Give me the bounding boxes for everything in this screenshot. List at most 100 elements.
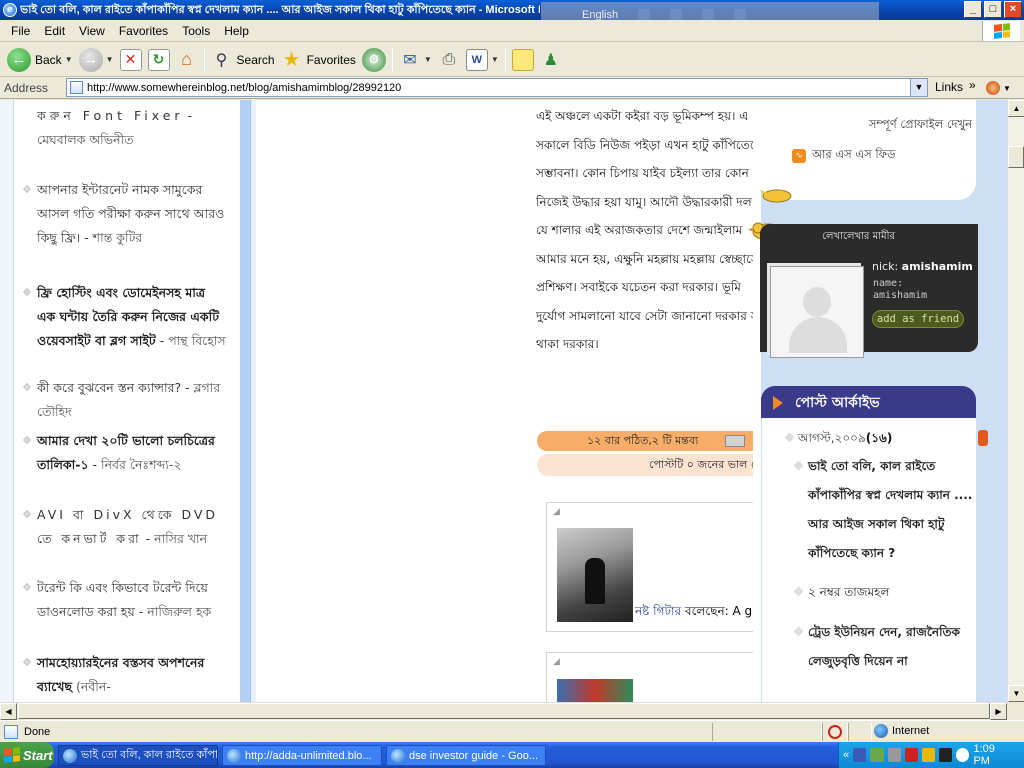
stop-button[interactable]: ✕ (117, 46, 145, 74)
archive-item-title[interactable]: ২ নম্বর তাজমহল (808, 585, 889, 599)
list-item[interactable]: কী করে বুঝবেন স্তন ক্যান্সার? - ব্লগার ত… (23, 376, 227, 424)
menu-edit[interactable]: Edit (37, 22, 72, 40)
chevron-right-icon[interactable]: » (969, 78, 976, 92)
back-button[interactable]: ← Back ▼ (4, 46, 76, 74)
tray-icon[interactable] (887, 748, 901, 762)
list-item[interactable]: আমার দেখা ২০টি ভালো চলচিত্রের তালিকা-১ -… (23, 429, 227, 477)
add-friend-button[interactable]: add as friend (872, 310, 964, 328)
list-item-author[interactable]: শান্ত কুটির (93, 230, 143, 245)
chevron-down-icon[interactable]: ▼ (1003, 84, 1011, 93)
archive-item-title[interactable]: ট্রেড ইউনিয়ন দেন, রাজনৈতিক লেজুড়বৃত্তি… (808, 625, 960, 668)
tray-icon[interactable] (956, 748, 970, 762)
menu-favorites[interactable]: Favorites (112, 22, 175, 40)
vertical-scrollbar[interactable]: ▲ ▼ (1007, 100, 1024, 702)
list-item[interactable]: আপনার ইন্টারনেট নামক সামুকের আসল গতি পরী… (23, 178, 227, 250)
refresh-button[interactable]: ↻ (145, 46, 173, 74)
name-value: amishamim (873, 290, 928, 301)
toolbar-separator (203, 47, 205, 72)
commenter-avatar[interactable] (557, 679, 633, 702)
scroll-thumb[interactable] (18, 703, 990, 719)
card-title: লেখালেখার মামীর (822, 231, 895, 242)
maximize-button[interactable]: □ (984, 1, 1002, 18)
list-item-author[interactable]: মেঘবালক অভিনীত (37, 132, 133, 147)
list-item[interactable]: টরেন্ট কি এবং কিভাবে টরেন্ট দিয়ে ডাওনলো… (23, 576, 227, 624)
post-stats-bar: ১২ বার পঠিত,২ টি মন্তব্য (537, 431, 763, 451)
chevron-down-icon[interactable]: ▼ (910, 79, 927, 96)
list-item-author[interactable]: (নবীন- (76, 679, 111, 694)
tray-icon[interactable] (904, 748, 918, 762)
search-button[interactable]: ⚲ Search (208, 46, 278, 74)
list-item[interactable]: সামহোয়্যারইনের বস্তসব অপশনের ব্যাখেছ (ন… (23, 651, 227, 699)
chevron-down-icon[interactable]: ▼ (424, 55, 432, 64)
profile-photo[interactable] (770, 266, 864, 358)
tray-icon[interactable] (921, 748, 936, 762)
comment-arrow-icon[interactable] (725, 435, 745, 447)
archive-month-label[interactable]: আগস্ট,২০০৯ (798, 431, 866, 445)
discuss-button[interactable] (509, 46, 537, 74)
forward-button[interactable]: → ▼ (76, 46, 117, 74)
scroll-thumb[interactable] (1008, 146, 1024, 168)
tray-expand-icon[interactable]: « (843, 749, 849, 761)
commenter-avatar[interactable] (557, 528, 633, 622)
start-label: Start (23, 747, 53, 763)
list-item[interactable]: AVI বা DivX থেকে DVD তে কনভার্ট করা - না… (23, 503, 227, 551)
archive-item[interactable]: ট্রেড ইউনিয়ন দেন, রাজনৈতিক লেজুড়বৃত্তি… (793, 618, 973, 676)
scroll-left-button[interactable]: ◀ (0, 703, 17, 720)
archive-item[interactable]: ২ নম্বর তাজমহল (793, 578, 973, 607)
list-item[interactable]: করুন Font Fixer - মেঘবালক অভিনীত (37, 104, 227, 152)
edit-button[interactable]: W ▼ (463, 46, 502, 74)
full-profile-link[interactable]: সম্পূর্ণ প্রোফাইল দেখুন (869, 116, 972, 135)
scroll-down-button[interactable]: ▼ (1008, 685, 1024, 702)
list-item-author[interactable]: নির্বর নৈঃশব্দ্য-২ (101, 457, 181, 472)
print-button[interactable]: ⎙ (435, 46, 463, 74)
address-url[interactable]: http://www.somewhereinblog.net/blog/amis… (87, 82, 401, 94)
taskbar-button[interactable]: http://adda-unlimited.blo... (222, 745, 382, 766)
security-zone[interactable]: Internet (874, 724, 929, 738)
address-input[interactable]: http://www.somewhereinblog.net/blog/amis… (66, 78, 928, 97)
chevron-down-icon[interactable]: ▼ (491, 55, 499, 64)
mail-button[interactable]: ✉ ▼ (396, 46, 435, 74)
chevron-down-icon[interactable]: ▼ (106, 55, 114, 64)
list-item-title[interactable]: কী করে বুঝবেন স্তন ক্যান্সার? (37, 380, 181, 395)
menu-file[interactable]: File (4, 22, 37, 40)
list-item-title[interactable]: সামহোয়্যারইনের বস্তসব অপশনের ব্যাখেছ (37, 655, 204, 694)
rss-link[interactable]: ∿ আর এস এস ফিড (792, 146, 896, 165)
tray-icon[interactable] (939, 748, 953, 762)
history-button[interactable]: ⏱ (359, 46, 389, 74)
list-item-author[interactable]: নাসির খান (154, 531, 207, 546)
archive-month[interactable]: আগস্ট,২০০৯(১৬) (784, 430, 892, 450)
minimize-button[interactable]: _ (964, 1, 982, 18)
list-item-author[interactable]: পান্থ বিহোস (168, 333, 225, 348)
list-item[interactable]: ফ্রি হোস্টিং এবং ডোমেইনসহ মাত্র এক ঘন্টা… (23, 281, 227, 353)
menu-help[interactable]: Help (217, 22, 256, 40)
tray-icon[interactable] (853, 748, 867, 762)
scroll-up-button[interactable]: ▲ (1008, 100, 1024, 117)
close-button[interactable]: × (1004, 1, 1022, 18)
menu-tools[interactable]: Tools (175, 22, 217, 40)
word-icon: W (465, 48, 488, 71)
rss-label[interactable]: আর এস এস ফিড (812, 146, 896, 165)
tray-icon[interactable] (870, 748, 884, 762)
scroll-right-button[interactable]: ▶ (990, 703, 1007, 720)
taskbar-button[interactable]: dse investor guide - Goo... (386, 745, 546, 766)
menu-view[interactable]: View (72, 22, 112, 40)
archive-item[interactable]: ভাই তো বলি, কাল রাইতে কাঁপাকাঁপির স্বপ্ন… (793, 452, 973, 568)
home-button[interactable]: ⌂ (173, 46, 201, 74)
popup-blocked-icon[interactable] (828, 725, 842, 739)
post-body: এই অঞ্চলে একটা কইরা বড় ভূমিকম্প হয়। এ … (536, 102, 762, 359)
messenger-button[interactable]: ♟ (537, 46, 565, 74)
toolbar-extension-button[interactable]: ▼ (986, 79, 1018, 97)
favorites-button[interactable]: ★ Favorites (278, 46, 359, 74)
taskbar-button[interactable]: ভাই তো বলি, কাল রাইতে কাঁপাকাঁপির... (58, 745, 218, 766)
chevron-down-icon[interactable]: ▼ (65, 55, 73, 64)
archive-item-title[interactable]: ভাই তো বলি, কাল রাইতে কাঁপাকাঁপির স্বপ্ন… (808, 459, 972, 560)
list-item-author[interactable]: নাজিরুল হক (147, 604, 211, 619)
links-button[interactable]: Links (935, 80, 963, 94)
home-icon: ⌂ (181, 49, 192, 69)
horizontal-scrollbar[interactable]: ◀ ▶ (0, 702, 1007, 720)
commenter-name[interactable]: নষ্ট গিটার (635, 604, 681, 618)
comment: ◢ (546, 652, 766, 702)
start-button[interactable]: Start (0, 742, 54, 768)
comment-line: নষ্ট গিটার বলেছেন: A g (635, 603, 752, 623)
list-item-title[interactable]: করুন Font Fixer (37, 108, 184, 123)
